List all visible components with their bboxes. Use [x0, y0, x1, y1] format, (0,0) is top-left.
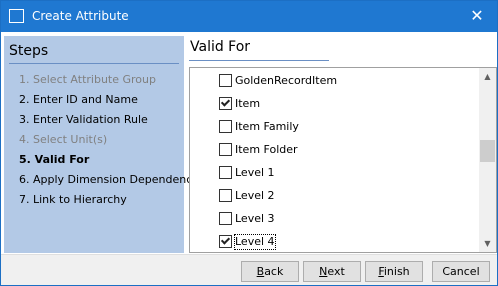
step-enter-validation-rule: 3. Enter Validation Rule — [19, 113, 148, 126]
list-item-item[interactable]: Item — [190, 93, 478, 116]
title-bar: Create Attribute ✕ — [1, 1, 497, 32]
steps-heading: Steps — [9, 43, 49, 59]
step-select-attribute-group: 1. Select Attribute Group — [19, 73, 156, 86]
checkbox-item[interactable] — [219, 97, 232, 110]
scroll-up-icon[interactable]: ▲ — [479, 68, 496, 85]
list-item-level-2[interactable]: Level 2 — [190, 185, 478, 208]
close-icon: ✕ — [470, 6, 484, 25]
checkbox-goldenrecorditem[interactable] — [219, 74, 232, 87]
button-bar: Back Next Finish Cancel — [1, 254, 497, 285]
item-label: GoldenRecordItem — [235, 74, 338, 87]
item-label: Level 3 — [235, 212, 275, 225]
step-select-units: 4. Select Unit(s) — [19, 133, 108, 146]
item-label: Item Family — [235, 120, 299, 133]
scroll-thumb[interactable] — [480, 140, 495, 162]
vertical-scrollbar[interactable]: ▲ ▼ — [479, 68, 496, 252]
list-item-item-folder[interactable]: Item Folder — [190, 139, 478, 162]
list-item-level-4[interactable]: Level 4 — [190, 231, 478, 252]
finish-button[interactable]: Finish — [365, 261, 423, 282]
checkbox-level-3[interactable] — [219, 212, 232, 225]
step-link-to-hierarchy: 7. Link to Hierarchy — [19, 193, 127, 206]
next-button[interactable]: Next — [303, 261, 361, 282]
checkbox-item-folder[interactable] — [219, 143, 232, 156]
steps-panel: Steps 1. Select Attribute Group 2. Enter… — [4, 36, 208, 253]
checkbox-item-family[interactable] — [219, 120, 232, 133]
item-label: Item Folder — [235, 143, 298, 156]
checkbox-level-4[interactable] — [219, 235, 232, 248]
window-icon — [9, 9, 24, 23]
item-label: Level 4 — [234, 234, 276, 250]
step-apply-dimension-dependencies: 6. Apply Dimension Dependencies — [19, 173, 208, 186]
valid-for-heading: Valid For — [190, 39, 251, 55]
step-enter-id-and-name: 2. Enter ID and Name — [19, 93, 138, 106]
back-button[interactable]: Back — [241, 261, 299, 282]
close-button[interactable]: ✕ — [457, 1, 497, 32]
valid-for-divider — [189, 60, 329, 61]
list-item-level-3[interactable]: Level 3 — [190, 208, 478, 231]
create-attribute-dialog: Create Attribute ✕ Steps 1. Select Attri… — [0, 0, 498, 286]
steps-divider — [9, 63, 179, 64]
list-item-level-1[interactable]: Level 1 — [190, 162, 478, 185]
checkbox-level-2[interactable] — [219, 189, 232, 202]
dialog-content: Steps 1. Select Attribute Group 2. Enter… — [1, 32, 497, 254]
checkmark-icon — [220, 97, 231, 107]
item-label: Level 2 — [235, 189, 275, 202]
window-title: Create Attribute — [32, 9, 129, 23]
item-label: Level 1 — [235, 166, 275, 179]
list-item-item-family[interactable]: Item Family — [190, 116, 478, 139]
item-label: Item — [235, 97, 261, 110]
list-item-goldenrecorditem[interactable]: GoldenRecordItem — [190, 70, 478, 93]
checkmark-icon — [220, 235, 231, 245]
step-valid-for: 5. Valid For — [19, 153, 90, 166]
cancel-button[interactable]: Cancel — [432, 261, 490, 282]
scroll-down-icon[interactable]: ▼ — [479, 235, 496, 252]
valid-for-list: GoldenRecordItem Item Item Family Item F… — [189, 67, 497, 253]
checkbox-level-1[interactable] — [219, 166, 232, 179]
